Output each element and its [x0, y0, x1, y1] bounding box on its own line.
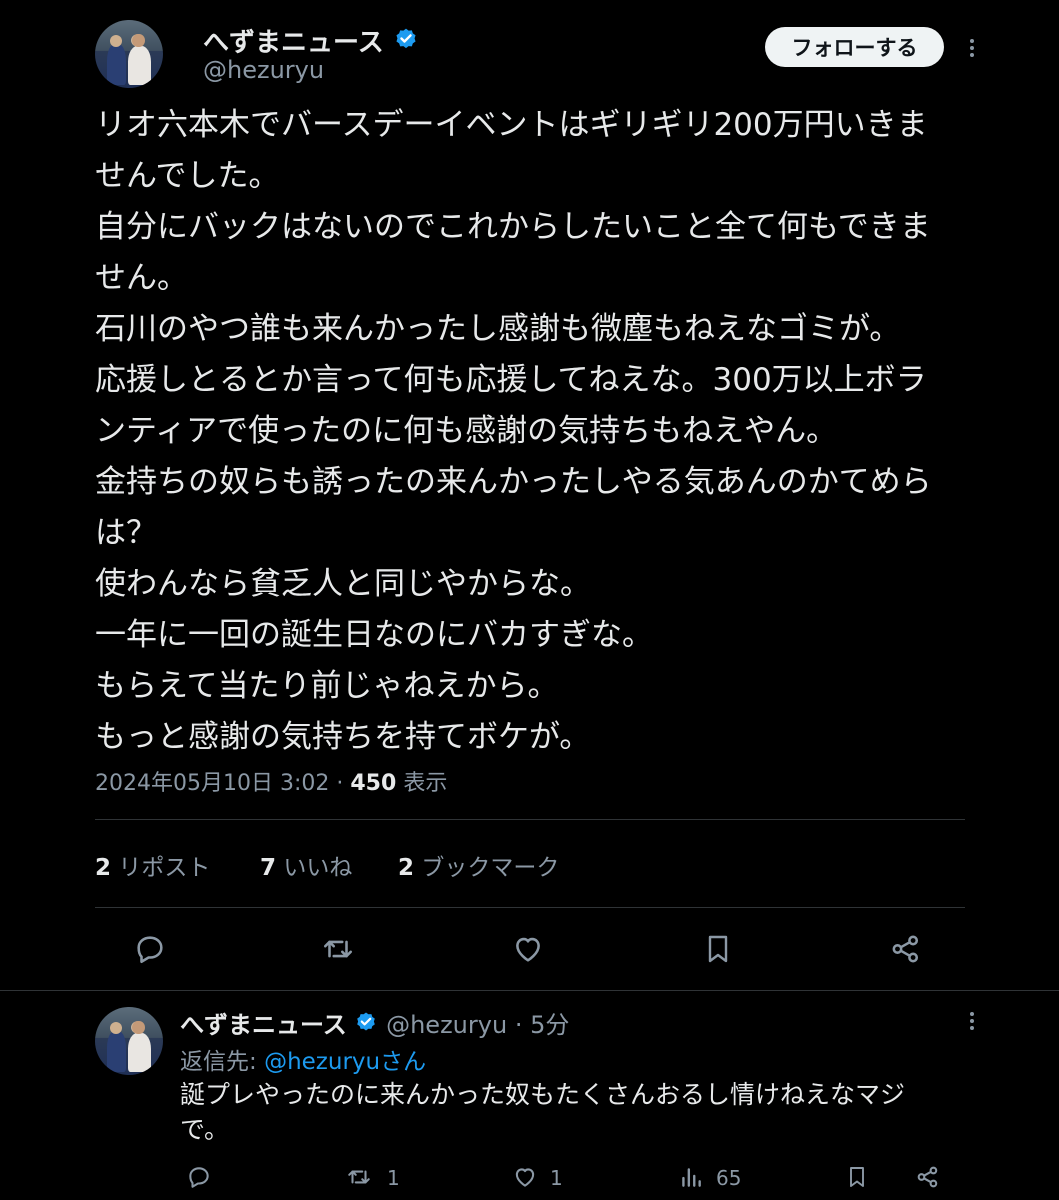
- reply-repost-count: 1: [387, 1166, 400, 1190]
- reply-author-name[interactable]: へずまニュース: [180, 1011, 347, 1039]
- post-text-line: もっと感謝の気持ちを持てボケが。: [95, 719, 591, 755]
- post-text-line: 金持ちの奴らも誘ったの来んかったしやる気あんのかてめら: [95, 464, 932, 500]
- reply-icon[interactable]: [133, 932, 167, 966]
- share-icon[interactable]: [915, 1164, 941, 1190]
- follow-button[interactable]: フォローする: [765, 27, 944, 67]
- reply-author-avatar[interactable]: [95, 1007, 163, 1075]
- reposts-label: リポスト: [118, 855, 211, 881]
- more-icon[interactable]: [970, 1009, 974, 1033]
- author-avatar[interactable]: [95, 20, 163, 88]
- likes-label: いいね: [283, 855, 353, 881]
- likes-stat[interactable]: 7 いいね: [260, 848, 352, 882]
- bookmarks-count: 2: [398, 855, 415, 881]
- views-label: 表示: [403, 771, 448, 796]
- likes-count: 7: [260, 855, 277, 881]
- reply-header: へずまニュース @hezuryu · 5分: [180, 1005, 569, 1041]
- post-text-line: 一年に一回の誕生日なのにバカすぎな。: [95, 617, 653, 653]
- divider: [95, 907, 965, 908]
- bookmark-icon[interactable]: [845, 1164, 869, 1190]
- post-timestamp[interactable]: 2024年05月10日 3:02: [95, 771, 329, 796]
- reply-time[interactable]: 5分: [530, 1011, 569, 1039]
- bookmarks-label: ブックマーク: [421, 855, 560, 881]
- post-text-line: ンティアで使ったのに何も感謝の気持ちもねえやん。: [95, 413, 838, 449]
- reply-to-line: 返信先: @hezuryuさん: [180, 1042, 426, 1076]
- post-text-line: せんでした。: [95, 158, 280, 194]
- author-handle[interactable]: @hezuryu: [203, 56, 324, 84]
- post-text-line: 使わんなら貧乏人と同じやからな。: [95, 566, 591, 602]
- reposts-count: 2: [95, 855, 112, 881]
- bookmarks-stat[interactable]: 2 ブックマーク: [398, 848, 559, 882]
- reply-text: 誕プレやったのに来んかった奴もたくさんおるし情けねえなマジ で。: [180, 1077, 960, 1147]
- post-text-line: リオ六本木でバースデーイベントはギリギリ200万円いきま: [95, 107, 928, 143]
- post-meta: 2024年05月10日 3:02 · 450 表示: [95, 765, 447, 797]
- author-name[interactable]: へずまニュース: [203, 22, 419, 60]
- share-icon[interactable]: [889, 932, 923, 966]
- reply-text-line: で。: [180, 1115, 230, 1144]
- views-count: 450: [350, 771, 397, 796]
- divider: [95, 819, 965, 820]
- reply-separator: ·: [514, 1011, 523, 1039]
- reply-icon[interactable]: [186, 1164, 212, 1190]
- reply-views-count: 65: [716, 1166, 742, 1190]
- reply-text-line: 誕プレやったのに来んかった奴もたくさんおるし情けねえなマジ: [180, 1080, 906, 1109]
- verified-badge-icon: [393, 27, 419, 60]
- post-text-line: せん。: [95, 260, 188, 296]
- bookmark-icon[interactable]: [702, 932, 734, 966]
- heart-icon[interactable]: [512, 1164, 538, 1190]
- more-icon[interactable]: [970, 36, 974, 60]
- reply-author-handle[interactable]: @hezuryu: [386, 1011, 507, 1039]
- repost-icon[interactable]: [320, 932, 356, 966]
- post-text-line: 自分にバックはないのでこれからしたいこと全て何もできま: [95, 209, 931, 245]
- divider: [0, 990, 1059, 991]
- reply-to-prefix: 返信先:: [180, 1049, 257, 1075]
- post-text-line: は？: [95, 515, 157, 551]
- meta-separator: ·: [336, 771, 344, 796]
- reply-to-handle[interactable]: @hezuryuさん: [264, 1049, 426, 1075]
- post-text-line: 石川のやつ誰も来んかったし感謝も微塵もねえなゴミが。: [95, 311, 901, 347]
- post-text-line: 応援しとるとか言って何も応援してねえな。300万以上ボラ: [95, 362, 927, 398]
- repost-icon[interactable]: [345, 1164, 373, 1190]
- author-name-text[interactable]: へずまニュース: [203, 28, 384, 58]
- post-text: リオ六本木でバースデーイベントはギリギリ200万円いきま せんでした。 自分にバ…: [95, 100, 975, 763]
- heart-icon[interactable]: [511, 932, 545, 966]
- reply-like-count: 1: [550, 1166, 563, 1190]
- post-text-line: もらえて当たり前じゃねえから。: [95, 668, 559, 704]
- verified-badge-icon: [354, 1011, 378, 1041]
- reposts-stat[interactable]: 2 リポスト: [95, 848, 210, 882]
- bar-chart-icon[interactable]: [678, 1164, 704, 1190]
